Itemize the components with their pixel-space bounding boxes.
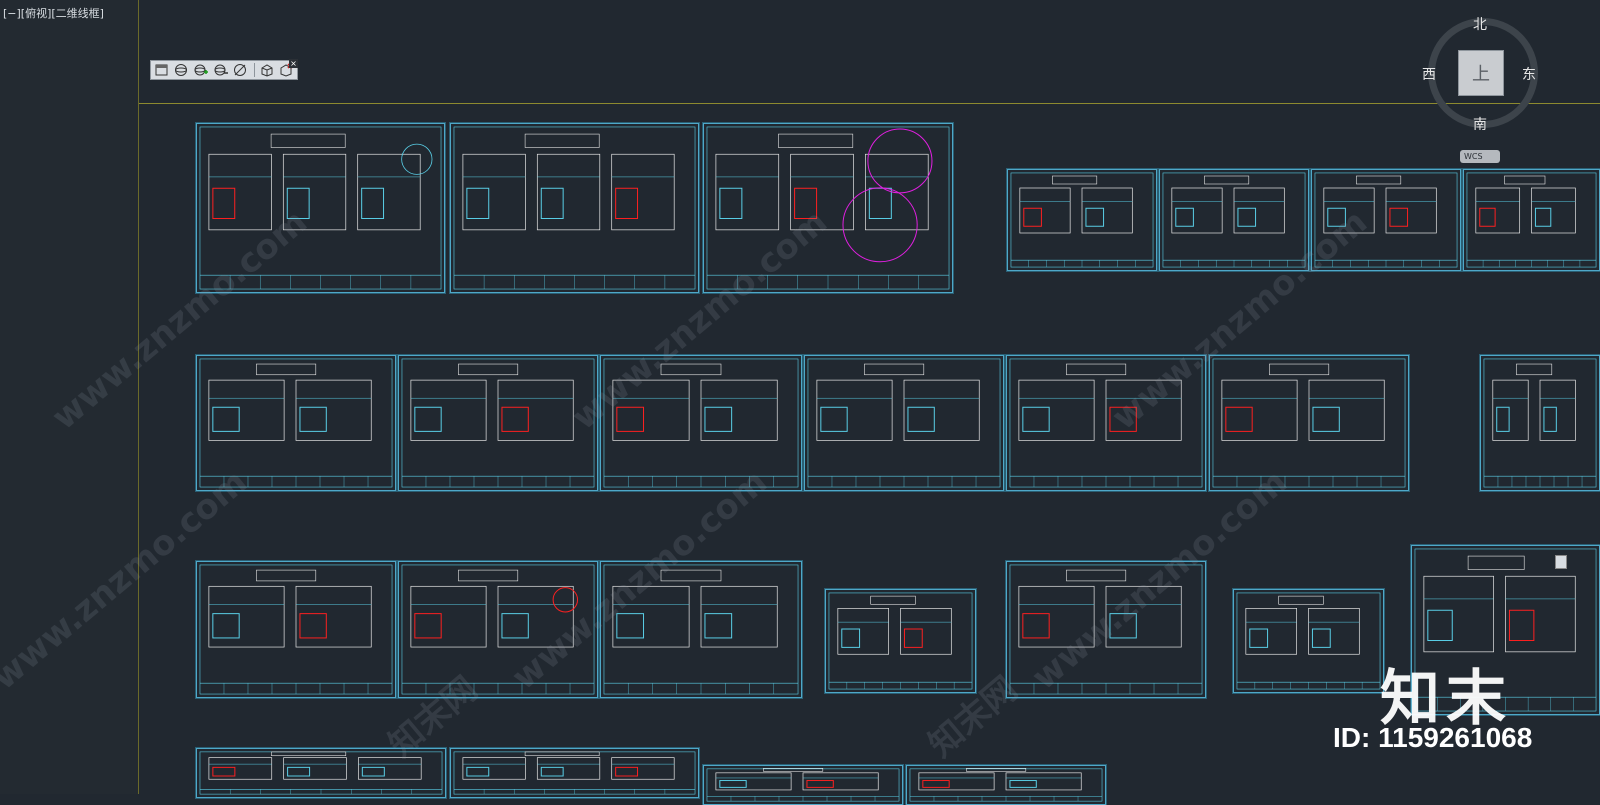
drawing-sheet[interactable] — [1007, 169, 1157, 271]
id-watermark: ID: 1159261068 — [1333, 722, 1533, 753]
compass-east[interactable]: 东 — [1522, 64, 1536, 84]
view-manager-icon[interactable] — [153, 62, 171, 78]
wcs-menu[interactable]: WCS — [1460, 150, 1500, 163]
drawing-sheet[interactable] — [600, 561, 802, 698]
drawing-sheet[interactable] — [450, 123, 699, 293]
compass-north[interactable]: 北 — [1473, 14, 1487, 34]
scrollbar-thumb[interactable] — [1555, 555, 1567, 569]
drawing-sheet[interactable] — [804, 355, 1004, 491]
drawing-sheet[interactable] — [398, 355, 598, 491]
drawing-sheet[interactable] — [1311, 169, 1461, 271]
drawing-sheet[interactable] — [703, 765, 903, 805]
orbit-add-icon[interactable] — [192, 62, 210, 78]
compass-south[interactable]: 南 — [1473, 114, 1487, 134]
drawing-sheet[interactable] — [196, 748, 446, 798]
ucs-axis-line — [139, 103, 1600, 104]
orbit-icon[interactable] — [173, 62, 191, 78]
drawing-sheet[interactable] — [1006, 355, 1206, 491]
drawing-sheet[interactable] — [450, 748, 699, 798]
compass-west[interactable]: 西 — [1422, 64, 1436, 84]
drawing-sheet[interactable] — [1233, 589, 1384, 693]
orbit-zoom-icon[interactable] — [212, 62, 230, 78]
drawing-sheet[interactable] — [196, 355, 396, 491]
drawing-sheet[interactable] — [1006, 561, 1206, 698]
drawing-sheet[interactable] — [1209, 355, 1409, 491]
drawing-sheet[interactable] — [600, 355, 802, 491]
drawing-sheet[interactable] — [906, 765, 1106, 805]
drawing-sheet[interactable] — [196, 561, 396, 698]
left-panel: [−][俯视][二维线框] — [0, 0, 139, 794]
drawing-sheet[interactable] — [1480, 355, 1600, 491]
drawing-sheet[interactable] — [703, 123, 953, 293]
drawing-sheet[interactable] — [825, 589, 976, 693]
viewcube[interactable]: 上 北 南 西 东 — [1420, 10, 1550, 140]
viewport-controls-label[interactable]: [−][俯视][二维线框] — [3, 5, 104, 21]
drawing-sheet[interactable] — [1159, 169, 1309, 271]
toolbar-close-button[interactable]: × — [289, 59, 298, 68]
view-toolbar: × — [150, 59, 298, 80]
toolbar-separator — [253, 63, 255, 77]
drawing-sheet[interactable] — [398, 561, 598, 698]
drawing-sheet[interactable] — [1463, 169, 1600, 271]
viewcube-top-face[interactable]: 上 — [1458, 50, 1504, 96]
camera-icon[interactable] — [258, 62, 276, 78]
orbit-remove-icon[interactable] — [231, 62, 249, 78]
drawing-sheet[interactable] — [196, 123, 445, 293]
